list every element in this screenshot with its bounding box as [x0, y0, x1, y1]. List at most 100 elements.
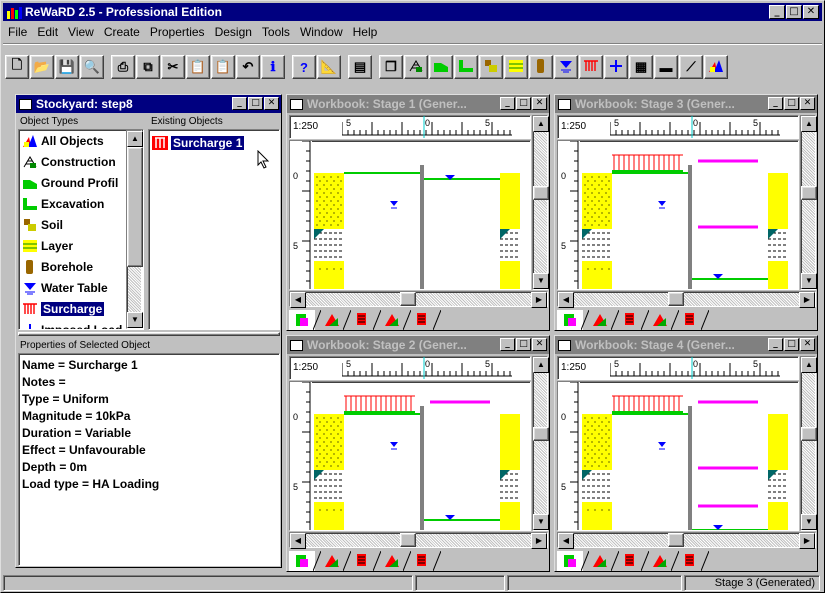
excavation-button[interactable] — [454, 55, 478, 79]
strut-button[interactable]: ▬ — [654, 55, 678, 79]
stage-tab[interactable] — [617, 310, 649, 330]
stage-tab[interactable] — [409, 310, 441, 330]
stage-tab[interactable] — [647, 551, 679, 571]
print-button[interactable]: ⎙ — [111, 55, 135, 79]
surcharge-button[interactable] — [579, 55, 603, 79]
stage-tab[interactable] — [677, 310, 709, 330]
workbook-minimize-button[interactable]: _ — [768, 338, 783, 351]
copy-button[interactable]: ⧉ — [136, 55, 160, 79]
scroll-up-arrow-icon[interactable]: ▲ — [127, 131, 143, 147]
info-button[interactable]: ℹ — [261, 55, 285, 79]
print-preview-button[interactable]: 🔍 — [80, 55, 104, 79]
workbook-close-button[interactable]: ✕ — [532, 338, 547, 351]
object-type-item[interactable]: Excavation — [19, 193, 143, 214]
stage-tab[interactable] — [587, 310, 619, 330]
design-button[interactable]: 📐 — [317, 55, 341, 79]
object-type-item[interactable]: Water Table — [19, 277, 143, 298]
imposed-load-button[interactable] — [604, 55, 628, 79]
workbook-horizontal-scrollbar[interactable]: ◀ ▶ — [557, 291, 816, 308]
scroll-thumb[interactable] — [533, 186, 549, 200]
wall-button[interactable]: ▦ — [629, 55, 653, 79]
menu-edit[interactable]: Edit — [32, 25, 63, 39]
workbook-maximize-button[interactable]: □ — [784, 97, 799, 110]
stage-tab[interactable] — [557, 551, 589, 571]
menu-design[interactable]: Design — [210, 25, 257, 39]
workbook-close-button[interactable]: ✕ — [532, 97, 547, 110]
menu-properties[interactable]: Properties — [145, 25, 210, 39]
object-type-item[interactable]: Surcharge — [19, 298, 143, 319]
stage-drawing-canvas[interactable]: 05 — [289, 381, 531, 531]
stockyard-maximize-button[interactable]: □ — [248, 97, 263, 110]
scroll-up-arrow-icon[interactable]: ▲ — [533, 357, 549, 373]
cut-button[interactable]: ✂ — [161, 55, 185, 79]
scroll-thumb[interactable] — [668, 533, 684, 547]
scroll-left-arrow-icon[interactable]: ◀ — [558, 533, 574, 549]
maximize-button[interactable]: □ — [786, 5, 802, 19]
new-button[interactable]: 🗋 — [5, 55, 29, 79]
stage-tab[interactable] — [617, 551, 649, 571]
object-type-item[interactable]: Ground Profil — [19, 172, 143, 193]
workbook-horizontal-scrollbar[interactable]: ◀ ▶ — [557, 532, 816, 549]
borehole-button[interactable] — [529, 55, 553, 79]
paste-special-button[interactable]: 📋 — [211, 55, 235, 79]
scroll-down-arrow-icon[interactable]: ▼ — [533, 514, 549, 530]
scroll-left-arrow-icon[interactable]: ◀ — [558, 292, 574, 308]
stage-tab[interactable] — [587, 551, 619, 571]
workbook-maximize-button[interactable]: □ — [784, 338, 799, 351]
stage-tab[interactable] — [319, 551, 351, 571]
scroll-right-arrow-icon[interactable]: ▶ — [799, 533, 815, 549]
workbook-vertical-scrollbar[interactable]: ▲ ▼ — [800, 356, 817, 531]
menu-file[interactable]: File — [3, 25, 32, 39]
windows-button[interactable]: ❐ — [379, 55, 403, 79]
stage-tab[interactable] — [557, 310, 589, 330]
scroll-right-arrow-icon[interactable]: ▶ — [799, 292, 815, 308]
open-button[interactable]: 📂 — [30, 55, 54, 79]
splitter[interactable] — [18, 332, 280, 336]
scroll-down-arrow-icon[interactable]: ▼ — [533, 273, 549, 289]
object-type-item[interactable]: Soil — [19, 214, 143, 235]
workbook-close-button[interactable]: ✕ — [800, 338, 815, 351]
scroll-up-arrow-icon[interactable]: ▲ — [801, 116, 817, 132]
undo-button[interactable]: ↶ — [236, 55, 260, 79]
scroll-thumb[interactable] — [400, 292, 416, 306]
save-button[interactable]: 💾 — [55, 55, 79, 79]
scroll-right-arrow-icon[interactable]: ▶ — [531, 292, 547, 308]
stage-tab[interactable] — [349, 551, 381, 571]
stage-tab[interactable] — [409, 551, 441, 571]
workbook-minimize-button[interactable]: _ — [500, 97, 515, 110]
scroll-down-arrow-icon[interactable]: ▼ — [127, 312, 143, 328]
stage-tab[interactable] — [647, 310, 679, 330]
object-type-item[interactable]: Construction — [19, 151, 143, 172]
anchor-button[interactable]: ⟋ — [679, 55, 703, 79]
object-type-item[interactable]: Borehole — [19, 256, 143, 277]
stage-drawing-canvas[interactable]: 05 — [557, 140, 799, 290]
menu-tools[interactable]: Tools — [257, 25, 295, 39]
minimize-button[interactable]: _ — [769, 5, 785, 19]
scroll-down-arrow-icon[interactable]: ▼ — [801, 273, 817, 289]
stage-drawing-canvas[interactable]: 05 — [557, 381, 799, 531]
scroll-right-arrow-icon[interactable]: ▶ — [531, 533, 547, 549]
object-types-scrollbar[interactable]: ▲ ▼ — [126, 130, 143, 329]
ground-profile-button[interactable] — [429, 55, 453, 79]
scroll-left-arrow-icon[interactable]: ◀ — [290, 292, 306, 308]
stage-tab[interactable] — [379, 551, 411, 571]
scroll-down-arrow-icon[interactable]: ▼ — [801, 514, 817, 530]
workbook-vertical-scrollbar[interactable]: ▲ ▼ — [800, 115, 817, 290]
workbook-maximize-button[interactable]: □ — [516, 338, 531, 351]
paste-button[interactable]: 📋 — [186, 55, 210, 79]
scroll-thumb[interactable] — [801, 427, 817, 441]
workbook-vertical-scrollbar[interactable]: ▲ ▼ — [532, 115, 549, 290]
soil-button[interactable] — [479, 55, 503, 79]
menu-help[interactable]: Help — [348, 25, 383, 39]
workbook-maximize-button[interactable]: □ — [516, 97, 531, 110]
scroll-thumb[interactable] — [400, 533, 416, 547]
menu-create[interactable]: Create — [99, 25, 145, 39]
scroll-thumb[interactable] — [801, 186, 817, 200]
stage-tab[interactable] — [379, 310, 411, 330]
object-type-item[interactable]: Imposed Load — [19, 319, 143, 329]
all-objects-button[interactable] — [704, 55, 728, 79]
stage-tab[interactable] — [349, 310, 381, 330]
workbook-minimize-button[interactable]: _ — [500, 338, 515, 351]
construction-button[interactable] — [404, 55, 428, 79]
scroll-thumb[interactable] — [127, 147, 143, 267]
